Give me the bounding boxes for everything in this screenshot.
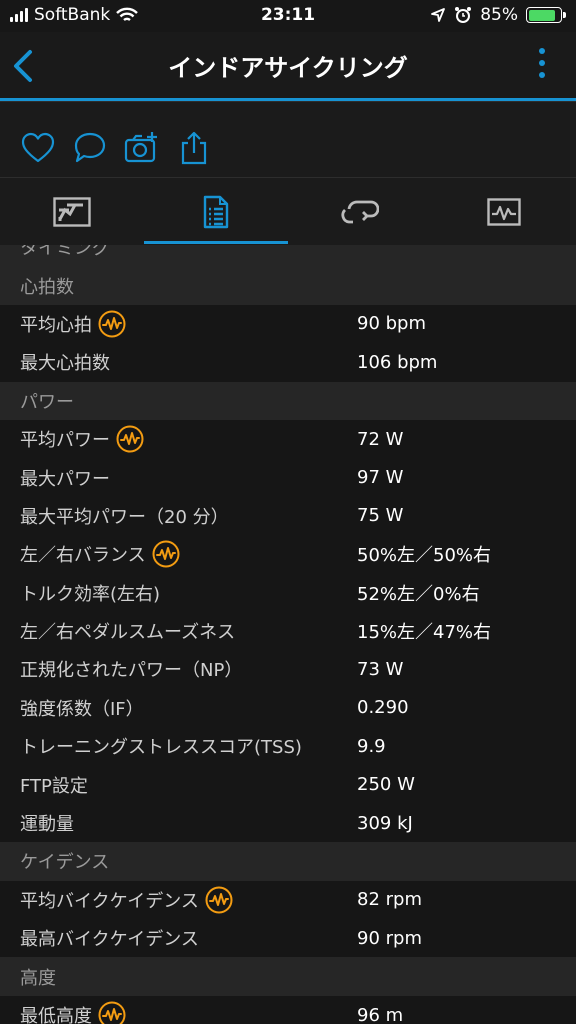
stat-row: 正規化されたパワー（NP） 73 W	[0, 650, 576, 688]
alarm-icon	[455, 7, 472, 23]
stat-value: 9.9	[357, 735, 386, 757]
stat-label: 平均心拍	[20, 314, 92, 336]
stat-row: 最低高度 96 m	[0, 996, 576, 1024]
tab-charts[interactable]	[432, 178, 576, 245]
share-icon[interactable]	[176, 130, 212, 166]
stat-label: トルク効率(左右)	[20, 583, 161, 605]
summary-map-icon	[53, 196, 91, 227]
stat-row: FTP設定 250 W	[0, 765, 576, 803]
stat-label: トレーニングストレススコア(TSS)	[20, 737, 302, 759]
stat-label: 左／右ペダルスムーズネス	[20, 622, 236, 644]
navigation-bar: インドアサイクリング	[0, 32, 576, 98]
stat-row: 最高バイクケイデンス 90 rpm	[0, 919, 576, 957]
stat-label: 左／右バランス	[20, 545, 146, 567]
stat-label-group: 最低高度	[20, 1001, 126, 1024]
more-options-icon[interactable]	[538, 48, 546, 84]
tab-laps[interactable]	[288, 178, 432, 245]
stat-label: 運動量	[20, 814, 74, 836]
stat-label-group: 左／右ペダルスムーズネス	[20, 618, 235, 644]
stats-list[interactable]: タイミング 心拍数平均心拍 90 bpm 最大心拍数 106 bpm パワー平均パワー 72…	[0, 245, 576, 1024]
stat-label-group: 平均心拍	[20, 310, 126, 338]
stat-row: トルク効率(左右) 52%左／0%右	[0, 574, 576, 612]
status-bar: SoftBank 23:11 85%	[0, 0, 576, 32]
chart-wave-icon[interactable]	[98, 310, 126, 338]
stat-row: 最大心拍数 106 bpm	[0, 343, 576, 381]
stat-value: 15%左／47%右	[357, 622, 492, 644]
action-row	[0, 101, 576, 177]
stat-label: 平均バイクケイデンス	[20, 890, 199, 912]
chart-wave-icon[interactable]	[116, 425, 144, 453]
chart-wave-icon[interactable]	[98, 1001, 126, 1024]
section-header: 心拍数	[0, 266, 576, 305]
charts-icon	[487, 197, 521, 226]
stat-label: 最大心拍数	[20, 353, 110, 375]
stat-row: 平均バイクケイデンス 82 rpm	[0, 881, 576, 919]
stat-value: 96 m	[357, 1004, 404, 1024]
stat-label-group: 最大心拍数	[20, 349, 110, 375]
stat-label: 最大パワー	[20, 468, 110, 490]
stat-row: 強度係数（IF） 0.290	[0, 689, 576, 727]
status-right-group: 85%	[430, 5, 566, 25]
stat-value: 90 rpm	[357, 927, 422, 949]
stat-label-group: 運動量	[20, 810, 74, 836]
tab-summary[interactable]	[0, 178, 144, 245]
active-tab-indicator	[144, 241, 288, 244]
stat-label: 平均パワー	[20, 430, 110, 452]
section-header: パワー	[0, 381, 576, 420]
location-arrow-icon	[431, 8, 446, 22]
tab-bar	[0, 177, 576, 245]
stat-row: 平均心拍 90 bpm	[0, 305, 576, 343]
stat-row: 最大パワー 97 W	[0, 458, 576, 496]
battery-icon	[526, 7, 566, 23]
stat-label: 最高バイクケイデンス	[20, 929, 199, 951]
add-photo-icon[interactable]	[124, 130, 160, 166]
stat-label-group: 左／右バランス	[20, 540, 180, 568]
stat-label-group: 最大平均パワー（20 分）	[20, 503, 229, 529]
stat-value: 309 kJ	[357, 812, 413, 834]
tab-details[interactable]	[144, 178, 288, 245]
heart-icon[interactable]	[20, 130, 56, 166]
stat-label-group: 強度係数（IF）	[20, 695, 144, 721]
stat-value: 75 W	[357, 505, 404, 527]
stat-label-group: FTP設定	[20, 772, 88, 798]
chart-wave-icon[interactable]	[152, 540, 180, 568]
stat-label-group: 正規化されたパワー（NP）	[20, 656, 242, 682]
stat-label-group: 最高バイクケイデンス	[20, 925, 199, 951]
stat-value: 73 W	[357, 658, 404, 680]
stat-label: 強度係数（IF）	[20, 698, 144, 720]
stat-value: 250 W	[357, 774, 415, 796]
stat-value: 52%左／0%右	[357, 583, 480, 605]
stat-value: 0.290	[357, 697, 409, 719]
stat-label-group: 平均バイクケイデンス	[20, 886, 233, 914]
section-header: タイミング	[0, 245, 576, 267]
stat-row: 左／右ペダルスムーズネス 15%左／47%右	[0, 612, 576, 650]
stat-label-group: トレーニングストレススコア(TSS)	[20, 733, 302, 759]
stat-value: 50%左／50%右	[357, 545, 492, 567]
stat-label: 正規化されたパワー（NP）	[20, 660, 243, 682]
stat-value: 90 bpm	[357, 313, 427, 335]
chart-wave-icon[interactable]	[205, 886, 233, 914]
stat-label: 最低高度	[20, 1006, 92, 1024]
stat-label-group: トルク効率(左右)	[20, 580, 160, 606]
stat-label: 最大平均パワー（20 分）	[20, 506, 229, 528]
stat-label-group: 最大パワー	[20, 465, 110, 491]
comment-icon[interactable]	[72, 130, 108, 166]
stat-label-group: 平均パワー	[20, 425, 144, 453]
stat-value: 97 W	[357, 467, 404, 489]
stat-row: 最大平均パワー（20 分） 75 W	[0, 497, 576, 535]
stat-row: 左／右バランス 50%左／50%右	[0, 535, 576, 573]
section-header: 高度	[0, 957, 576, 996]
details-list-icon	[203, 195, 229, 228]
laps-icon	[341, 200, 379, 223]
stat-row: トレーニングストレススコア(TSS) 9.9	[0, 727, 576, 765]
page-title: インドアサイクリング	[168, 54, 408, 82]
stat-value: 72 W	[357, 428, 404, 450]
battery-percent: 85%	[480, 5, 518, 25]
stat-value: 106 bpm	[357, 351, 438, 373]
stat-row: 平均パワー 72 W	[0, 420, 576, 458]
section-header: ケイデンス	[0, 842, 576, 881]
stat-label: FTP設定	[20, 775, 88, 797]
stat-value: 82 rpm	[357, 889, 422, 911]
stat-row: 運動量 309 kJ	[0, 804, 576, 842]
